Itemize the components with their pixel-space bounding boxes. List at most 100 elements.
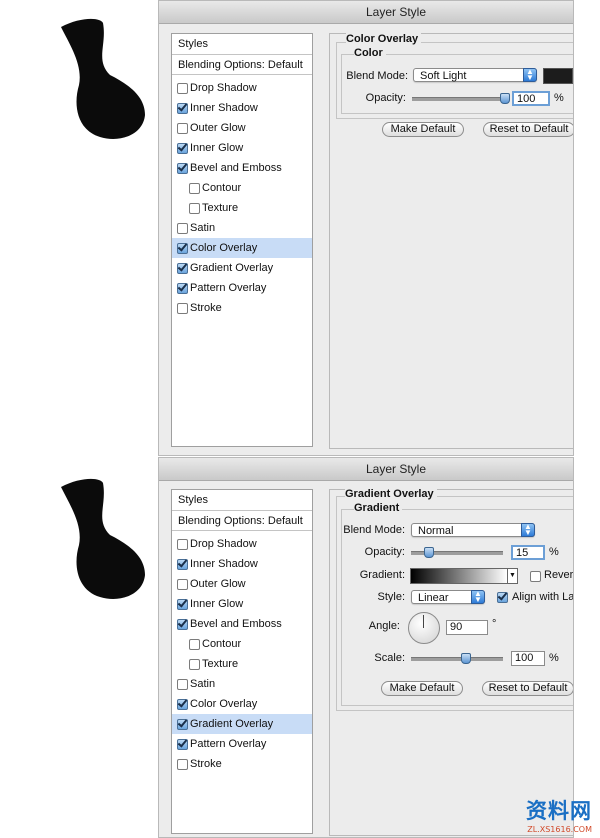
- effect-item-contour[interactable]: Contour: [172, 634, 312, 654]
- blend-mode-value: Soft Light: [420, 70, 467, 82]
- effect-item-contour[interactable]: Contour: [172, 178, 312, 198]
- effect-checkbox[interactable]: [177, 243, 188, 254]
- effect-item-color-overlay[interactable]: Color Overlay: [172, 238, 312, 258]
- effect-checkbox[interactable]: [177, 619, 188, 630]
- reset-to-default-button[interactable]: Reset to Default: [482, 681, 573, 696]
- opacity-slider-knob[interactable]: [424, 547, 434, 558]
- effect-checkbox[interactable]: [177, 599, 188, 610]
- effects-list: Drop Shadow Inner Shadow Outer Glow Inner G…: [172, 531, 312, 774]
- effect-checkbox[interactable]: [189, 183, 200, 194]
- effect-item-pattern-overlay[interactable]: Pattern Overlay: [172, 734, 312, 754]
- effect-checkbox[interactable]: [177, 83, 188, 94]
- effect-item-bevel-and-emboss[interactable]: Bevel and Emboss: [172, 614, 312, 634]
- effect-item-drop-shadow[interactable]: Drop Shadow: [172, 78, 312, 98]
- scale-slider[interactable]: [411, 653, 503, 664]
- effect-label: Inner Glow: [190, 142, 244, 154]
- gradient-label: Gradient:: [359, 569, 405, 581]
- effect-checkbox[interactable]: [177, 579, 188, 590]
- effect-label: Color Overlay: [190, 242, 258, 254]
- blend-mode-select[interactable]: Soft Light ▲ ▼: [413, 68, 537, 82]
- effect-checkbox[interactable]: [177, 123, 188, 134]
- effect-checkbox[interactable]: [177, 739, 188, 750]
- styles-header[interactable]: Styles: [172, 34, 312, 55]
- blending-options-item[interactable]: Blending Options: Default: [172, 55, 312, 75]
- effect-checkbox[interactable]: [177, 559, 188, 570]
- effect-item-inner-glow[interactable]: Inner Glow: [172, 594, 312, 614]
- effect-label: Contour: [202, 182, 242, 194]
- effect-item-satin[interactable]: Satin: [172, 218, 312, 238]
- select-arrows-icon: ▲ ▼: [471, 590, 485, 604]
- section-title: Color Overlay: [346, 33, 422, 45]
- effect-item-texture[interactable]: Texture: [172, 198, 312, 218]
- black-shape-top: [61, 18, 145, 139]
- effect-item-stroke[interactable]: Stroke: [172, 754, 312, 774]
- styles-list-panel: Styles Blending Options: Default Drop Sh…: [171, 489, 313, 834]
- effect-item-outer-glow[interactable]: Outer Glow: [172, 118, 312, 138]
- angle-label: Angle:: [368, 620, 400, 632]
- opacity-input[interactable]: 100: [512, 91, 550, 106]
- effect-label: Satin: [190, 222, 216, 234]
- overlay-color-swatch[interactable]: [543, 68, 573, 84]
- effect-item-stroke[interactable]: Stroke: [172, 298, 312, 318]
- site-watermark-logo: 资料网 ZL.XS1616.COM: [526, 795, 592, 834]
- effect-checkbox[interactable]: [189, 659, 200, 670]
- effect-checkbox[interactable]: [177, 143, 188, 154]
- effect-checkbox[interactable]: [177, 539, 188, 550]
- effect-checkbox[interactable]: [177, 679, 188, 690]
- gradient-style-select[interactable]: Linear ▲ ▼: [411, 590, 485, 604]
- effect-item-inner-shadow[interactable]: Inner Shadow: [172, 554, 312, 574]
- effect-checkbox[interactable]: [177, 719, 188, 730]
- dialog-title-bar: Layer Style: [159, 1, 573, 24]
- effect-item-pattern-overlay[interactable]: Pattern Overlay: [172, 278, 312, 298]
- effect-item-inner-glow[interactable]: Inner Glow: [172, 138, 312, 158]
- angle-dial[interactable]: [408, 612, 440, 644]
- angle-unit: °: [492, 618, 497, 630]
- make-default-button[interactable]: Make Default: [382, 122, 464, 137]
- gradient-preview-bar[interactable]: [410, 568, 508, 584]
- options-panel: Gradient Overlay Gradient Blend Mode: No…: [329, 488, 573, 836]
- select-arrows-icon: ▲ ▼: [523, 68, 537, 82]
- angle-input[interactable]: 90: [446, 620, 488, 635]
- align-with-layer-checkbox[interactable]: [497, 592, 508, 603]
- effect-item-drop-shadow[interactable]: Drop Shadow: [172, 534, 312, 554]
- black-shape-bottom: [61, 478, 145, 599]
- dialog-title-bar: Layer Style: [159, 458, 573, 481]
- opacity-slider[interactable]: [411, 547, 503, 558]
- opacity-input[interactable]: 15: [511, 545, 545, 560]
- effect-item-gradient-overlay[interactable]: Gradient Overlay: [172, 258, 312, 278]
- effect-checkbox[interactable]: [189, 639, 200, 650]
- effect-item-outer-glow[interactable]: Outer Glow: [172, 574, 312, 594]
- effect-item-gradient-overlay[interactable]: Gradient Overlay: [172, 714, 312, 734]
- effect-label: Texture: [202, 202, 239, 214]
- effect-checkbox[interactable]: [177, 283, 188, 294]
- effect-label: Texture: [202, 658, 239, 670]
- effect-label: Outer Glow: [190, 578, 246, 590]
- effect-checkbox[interactable]: [177, 163, 188, 174]
- blend-mode-value: Normal: [418, 525, 454, 537]
- opacity-unit: %: [549, 546, 559, 558]
- effect-item-inner-shadow[interactable]: Inner Shadow: [172, 98, 312, 118]
- reverse-checkbox[interactable]: [530, 571, 541, 582]
- effect-item-texture[interactable]: Texture: [172, 654, 312, 674]
- opacity-slider[interactable]: [412, 93, 510, 104]
- effect-item-bevel-and-emboss[interactable]: Bevel and Emboss: [172, 158, 312, 178]
- blend-mode-select[interactable]: Normal ▲ ▼: [411, 523, 535, 537]
- scale-slider-knob[interactable]: [461, 653, 471, 664]
- effect-checkbox[interactable]: [177, 303, 188, 314]
- effect-checkbox[interactable]: [177, 699, 188, 710]
- effect-item-satin[interactable]: Satin: [172, 674, 312, 694]
- styles-header[interactable]: Styles: [172, 490, 312, 511]
- effect-checkbox[interactable]: [177, 759, 188, 770]
- effect-checkbox[interactable]: [177, 103, 188, 114]
- reset-to-default-button[interactable]: Reset to Default: [483, 122, 573, 137]
- effect-checkbox[interactable]: [177, 223, 188, 234]
- opacity-slider-knob[interactable]: [500, 93, 510, 104]
- effect-checkbox[interactable]: [177, 263, 188, 274]
- blending-options-item[interactable]: Blending Options: Default: [172, 511, 312, 531]
- make-default-button[interactable]: Make Default: [381, 681, 463, 696]
- effect-item-color-overlay[interactable]: Color Overlay: [172, 694, 312, 714]
- effect-checkbox[interactable]: [189, 203, 200, 214]
- effect-label: Inner Shadow: [190, 558, 258, 570]
- scale-input[interactable]: 100: [511, 651, 545, 666]
- gradient-dropdown-arrow-icon[interactable]: ▼: [508, 568, 518, 584]
